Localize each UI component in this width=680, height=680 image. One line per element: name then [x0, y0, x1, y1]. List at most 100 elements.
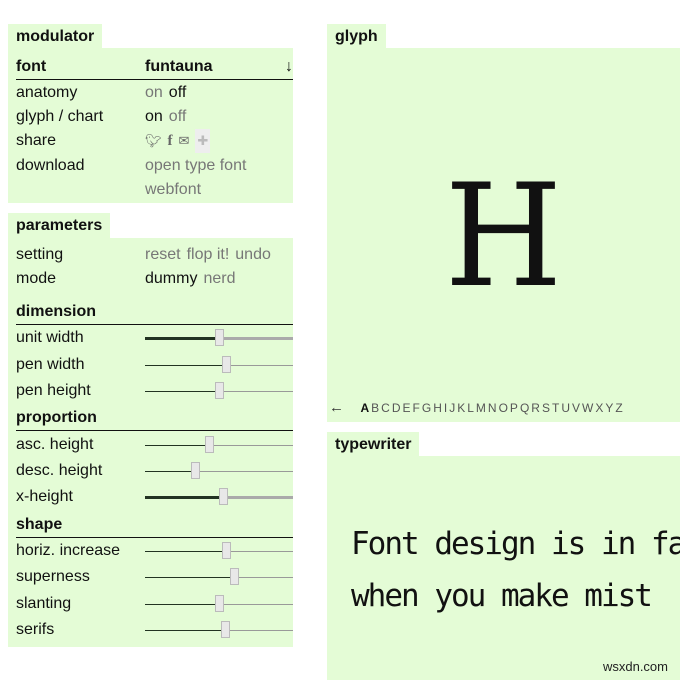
letter-I[interactable]: I: [444, 401, 447, 415]
font-label: font: [16, 58, 47, 75]
watermark: wsxdn.com: [602, 659, 668, 674]
arrow-down-icon[interactable]: ↓: [285, 55, 293, 79]
slider-thumb[interactable]: [215, 382, 224, 399]
slider[interactable]: [145, 353, 293, 377]
slider-thumb[interactable]: [222, 542, 232, 559]
slider[interactable]: [145, 565, 293, 589]
letter-H[interactable]: H: [433, 401, 442, 415]
download-label: download: [16, 157, 85, 174]
anatomy-off[interactable]: off: [169, 84, 187, 101]
typewriter-line-2: when you make mist: [351, 578, 653, 614]
modulator-tab: modulator: [8, 24, 103, 49]
mail-icon[interactable]: ✉︎: [179, 129, 190, 153]
slider-label: pen height: [16, 382, 91, 399]
slider[interactable]: [145, 485, 293, 509]
letter-X[interactable]: X: [595, 401, 603, 415]
slider-row: pen width: [16, 353, 293, 377]
setting-label: setting: [16, 246, 64, 263]
letter-F[interactable]: F: [413, 401, 420, 415]
flop-button[interactable]: flop it!: [187, 246, 230, 263]
letter-R[interactable]: R: [531, 401, 540, 415]
mode-dummy[interactable]: dummy: [145, 270, 197, 287]
reset-button[interactable]: reset: [145, 246, 181, 263]
anatomy-on[interactable]: on: [145, 84, 163, 101]
slider-fill: [145, 445, 209, 446]
letter-U[interactable]: U: [561, 401, 570, 415]
twitter-icon[interactable]: 🐦︎: [145, 129, 162, 153]
letter-J[interactable]: J: [449, 401, 455, 415]
group-header-dimension: dimension: [16, 300, 293, 325]
slider[interactable]: [145, 618, 293, 642]
mode-nerd[interactable]: nerd: [203, 270, 235, 287]
letter-D[interactable]: D: [392, 401, 401, 415]
letter-C[interactable]: C: [381, 401, 390, 415]
slider-fill: [145, 496, 224, 499]
letter-E[interactable]: E: [402, 401, 410, 415]
slider-row: superness: [16, 565, 293, 589]
letter-S[interactable]: S: [542, 401, 550, 415]
letter-Z[interactable]: Z: [615, 401, 622, 415]
slider-label: slanting: [16, 595, 72, 612]
letter-Q[interactable]: Q: [520, 401, 529, 415]
slider[interactable]: [145, 539, 293, 563]
glyph-tab: glyph: [327, 24, 386, 49]
slider-thumb[interactable]: [222, 356, 232, 373]
puzzle-icon[interactable]: ✚: [195, 129, 211, 153]
letter-B[interactable]: B: [371, 401, 379, 415]
slider-row: asc. height: [16, 433, 293, 457]
slider[interactable]: [145, 592, 293, 616]
slider-fill: [145, 391, 219, 392]
glyph-chart-off[interactable]: off: [169, 108, 187, 125]
slider[interactable]: [145, 379, 293, 403]
download-webfont-link[interactable]: webfont: [145, 178, 201, 202]
letter-N[interactable]: N: [488, 401, 497, 415]
slider-row: x-height: [16, 485, 293, 509]
glyph-chart-on[interactable]: on: [145, 108, 163, 125]
slider-label: serifs: [16, 621, 55, 638]
slider-label: horiz. increase: [16, 542, 121, 559]
slider-fill: [145, 365, 227, 366]
slider[interactable]: [145, 459, 293, 483]
letter-A[interactable]: A: [360, 401, 369, 415]
letter-T[interactable]: T: [552, 401, 559, 415]
letter-K[interactable]: K: [457, 401, 465, 415]
slider-row: pen height: [16, 379, 293, 403]
slider-fill: [145, 630, 225, 631]
slider-row: slanting: [16, 592, 293, 616]
typewriter-line-1: Font design is in fact: [351, 526, 680, 562]
slider-label: asc. height: [16, 436, 94, 453]
letter-M[interactable]: M: [476, 401, 486, 415]
slider-label: desc. height: [16, 462, 103, 479]
slider-label: pen width: [16, 356, 85, 373]
font-select[interactable]: funtauna: [145, 55, 213, 79]
slider-label: unit width: [16, 329, 84, 346]
slider-thumb[interactable]: [220, 621, 230, 638]
slider-thumb[interactable]: [215, 595, 224, 612]
back-arrow-icon[interactable]: ←: [329, 399, 344, 416]
slider-thumb[interactable]: [191, 462, 201, 479]
letter-O[interactable]: O: [499, 401, 508, 415]
slider-thumb[interactable]: [204, 436, 214, 453]
slider-fill: [145, 471, 196, 472]
letter-Y[interactable]: Y: [605, 401, 613, 415]
letter-V[interactable]: V: [572, 401, 580, 415]
slider-thumb[interactable]: [219, 488, 229, 505]
slider-fill: [145, 551, 227, 552]
facebook-icon[interactable]: f: [168, 129, 173, 153]
slider-thumb[interactable]: [215, 329, 224, 346]
letter-L[interactable]: L: [467, 401, 474, 415]
glyph-panel: H ← ABCDEFGHIJKLMNOPQRSTUVWXYZ: [327, 48, 680, 422]
parameters-tab: parameters: [8, 213, 111, 238]
letter-G[interactable]: G: [422, 401, 431, 415]
modulator-panel: font funtauna ↓ anatomy on off glyph / ch…: [8, 48, 293, 203]
letter-P[interactable]: P: [510, 401, 518, 415]
slider-thumb[interactable]: [229, 568, 239, 585]
slider[interactable]: [145, 326, 293, 350]
undo-button[interactable]: undo: [235, 246, 271, 263]
font-row[interactable]: font funtauna ↓: [16, 55, 293, 80]
slider-row: serifs: [16, 618, 293, 642]
download-opentype-link[interactable]: open type font: [145, 154, 246, 178]
slider[interactable]: [145, 433, 293, 457]
typewriter-panel[interactable]: Font design is in fact when you make mis…: [327, 456, 680, 680]
letter-W[interactable]: W: [582, 401, 593, 415]
